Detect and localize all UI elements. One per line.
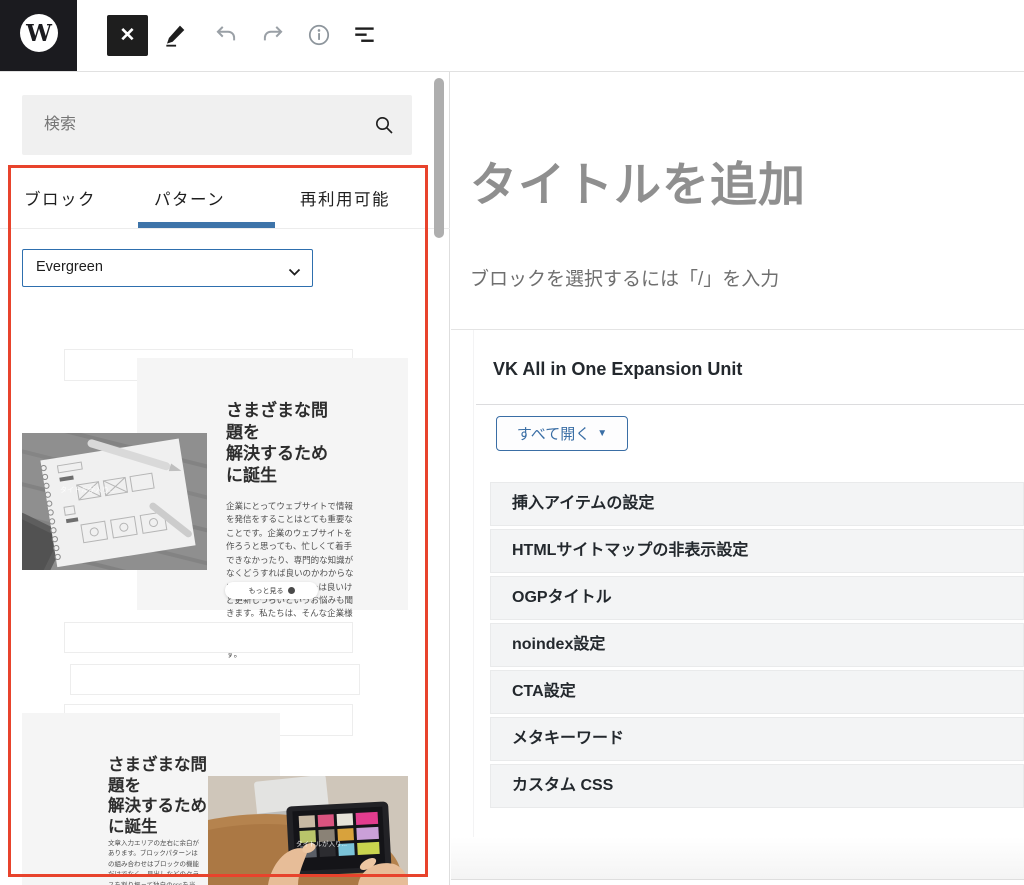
editor-toolbar: W ✕ [0,0,1024,72]
block-appender-placeholder[interactable]: ブロックを選択するには「/」を入力 [470,264,779,291]
search-placeholder: 検索 [44,95,76,155]
pattern-preview-spacer-1[interactable] [64,622,353,653]
wordpress-logo-button[interactable]: W [0,0,77,71]
pattern-1-photo-caption: タイトルが入り... [60,485,115,495]
search-input[interactable]: 検索 [22,95,412,155]
info-icon [306,22,332,51]
post-title-field[interactable]: タイトルを追加 [470,146,806,215]
tabs-divider [0,228,450,229]
tab-patterns[interactable]: パターン [154,185,225,215]
list-view-icon [352,22,378,51]
pattern-2-body: 文章入力エリアの左右に余白があります。ブロックパターンはの組み合わせはブロックの… [108,839,201,885]
chevron-down-icon [288,264,301,282]
pattern-2-photo[interactable]: タイトルが入り... [208,776,408,885]
pattern-2-photo-caption: タイトルが入り... [296,838,347,848]
canvas-metabox-divider [451,329,1024,330]
pattern-1-photo[interactable]: タイトルが入り... [22,433,207,570]
tab-reusable[interactable]: 再利用可能 [300,185,390,215]
metabox-title: VK All in One Expansion Unit [493,359,742,380]
editor-canvas: タイトルを追加 ブロックを選択するには「/」を入力 VK All in One … [451,72,1024,885]
more-label: もっと見る [249,586,284,596]
pattern-1-more-button: もっと見る [225,582,318,599]
tablet-hands-photo [208,776,408,885]
block-inserter-panel: 検索 ブロック パターン 再利用可能 Evergreen [0,72,450,885]
more-arrow-icon [288,587,295,594]
search-icon [372,113,396,142]
undo-icon [213,22,239,51]
redo-icon [260,22,286,51]
accordion-custom-css[interactable]: カスタム CSS [490,764,1024,808]
accordion-cta[interactable]: CTA設定 [490,670,1024,714]
wordpress-block-editor: W ✕ [0,0,1024,885]
sidebar-scrollbar[interactable] [434,78,444,238]
pattern-category-select[interactable]: Evergreen [22,249,313,287]
svg-text:W: W [25,20,53,47]
open-all-label: すべて開く [517,423,590,444]
open-all-button[interactable]: すべて開く ▼ [496,416,628,451]
redo-button[interactable] [259,22,287,50]
pattern-preview-spacer-2[interactable] [70,664,360,695]
accordion-html-sitemap[interactable]: HTMLサイトマップの非表示設定 [490,529,1024,573]
close-icon: ✕ [120,26,136,45]
notebook-wireframe-photo [22,433,207,570]
pattern-1-heading[interactable]: さまざまな問 題を 解決するため に誕生 [226,400,328,486]
details-info-button[interactable] [305,22,333,50]
metabox-title-divider [476,404,1024,405]
pattern-2-heading[interactable]: さまざまな問 題を 解決するため に誕生 [108,755,207,837]
pattern-category-value: Evergreen [36,250,103,285]
list-view-button[interactable] [351,22,379,50]
wordpress-logo-icon: W [19,13,59,58]
triangle-down-icon: ▼ [597,429,607,439]
edit-mode-button[interactable] [160,21,190,51]
metabox-bottom-fade [451,837,1024,880]
accordion-noindex[interactable]: noindex設定 [490,623,1024,667]
accordion-ogp-title[interactable]: OGPタイトル [490,576,1024,620]
tab-blocks[interactable]: ブロック [24,185,96,215]
pencil-icon [162,22,188,51]
undo-button[interactable] [212,22,240,50]
accordion-insert-items[interactable]: 挿入アイテムの設定 [490,482,1024,526]
metabox-edge-line [473,330,474,837]
settings-accordion: 挿入アイテムの設定 HTMLサイトマップの非表示設定 OGPタイトル noind… [490,482,1024,811]
block-inserter-toggle-button[interactable]: ✕ [107,15,148,56]
accordion-meta-keywords[interactable]: メタキーワード [490,717,1024,761]
